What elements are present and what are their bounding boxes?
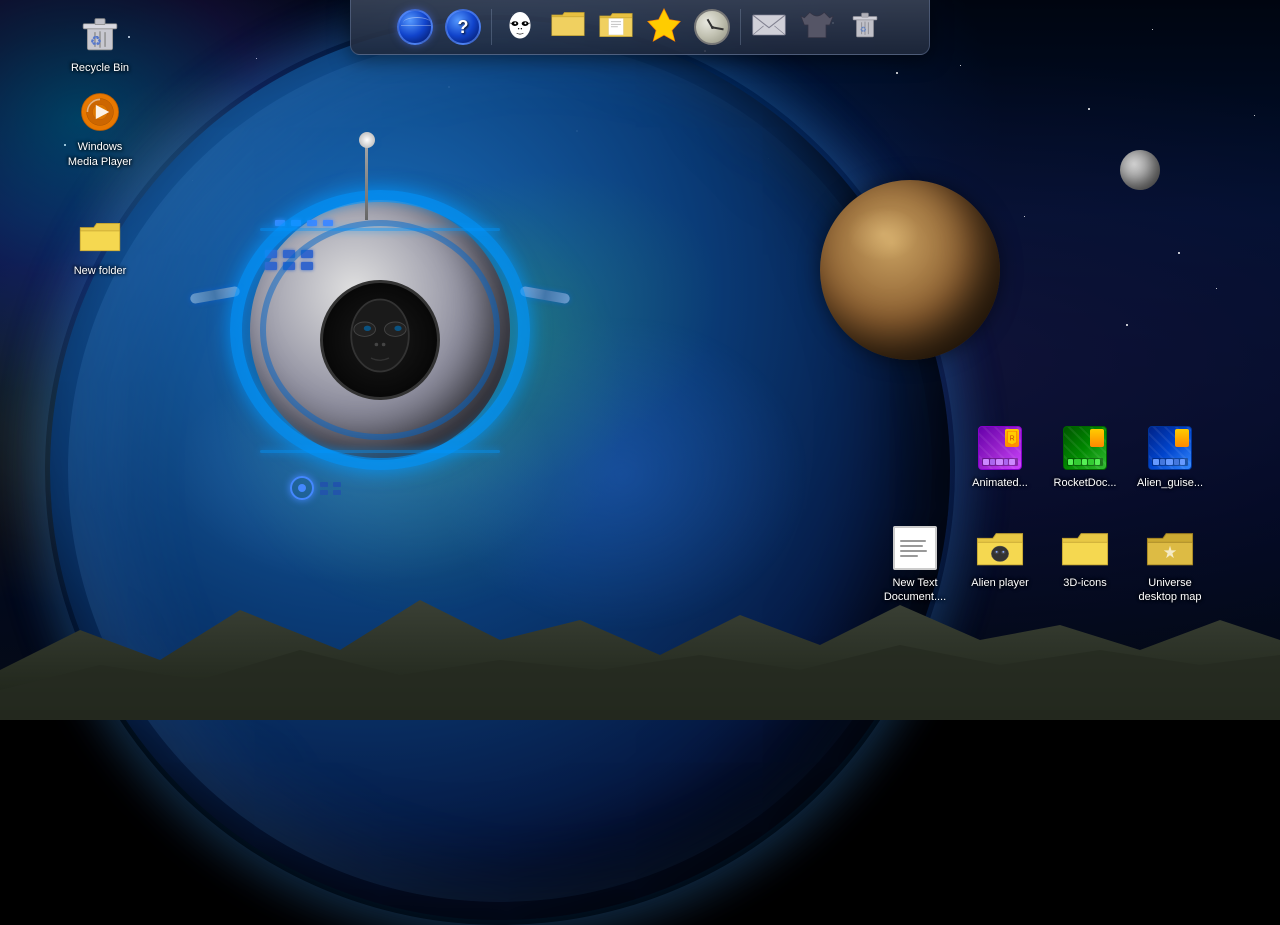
desktop-icon-new-folder[interactable]: New folder (60, 208, 140, 282)
textdoc-line2 (900, 545, 923, 547)
taskbar-clock-icon[interactable] (692, 7, 732, 47)
taskbar-trash-icon[interactable]: ♻ (845, 7, 885, 47)
star (1178, 252, 1180, 254)
taskbar: ? (350, 0, 930, 55)
desktop-icon-recycle-bin[interactable]: ♻ Recycle Bin (60, 5, 140, 79)
antenna-pole (365, 140, 368, 220)
disc-accent-line (260, 228, 500, 231)
animated-winrar-visual: R (978, 426, 1022, 470)
clock-visual (694, 9, 730, 45)
alien-player-label: Alien player (971, 576, 1028, 590)
alien-guise-icon (1146, 424, 1194, 472)
folder1-visual (550, 9, 586, 46)
taskbar-sep2 (740, 9, 741, 45)
rocketdoc-label: RocketDoc... (1054, 476, 1117, 490)
desktop-icon-text-doc[interactable]: New TextDocument.... (875, 520, 955, 609)
animated-icon: R (976, 424, 1024, 472)
spacecraft-body (220, 140, 540, 520)
desktop-icons-right-bottom: New TextDocument.... Alien player (875, 520, 1210, 609)
taskbar-folder2-icon[interactable] (596, 7, 636, 47)
winrar-bars2 (1067, 458, 1103, 466)
winrar-badge: R (1005, 429, 1019, 447)
spacecraft (220, 140, 540, 520)
universe-map-label: Universedesktop map (1139, 576, 1202, 605)
globe2-visual: ? (445, 9, 481, 45)
winrar-bars (982, 458, 1018, 466)
antenna-tip (359, 132, 375, 148)
bottom-controls (290, 476, 343, 500)
text-doc-icon (891, 524, 939, 572)
trash-visual: ♻ (848, 8, 882, 47)
3d-icons-icon (1061, 524, 1109, 572)
rocketdoc-winrar-visual (1063, 426, 1107, 470)
desktop-icons-right-top: R Animated... (960, 420, 1210, 494)
winrar-badge2 (1090, 429, 1104, 447)
taskbar-globe2-icon[interactable]: ? (443, 7, 483, 47)
taskbar-sep1 (491, 9, 492, 45)
textdoc-visual (893, 526, 937, 570)
winrar-bars3 (1152, 458, 1188, 466)
media-player-icon (76, 88, 124, 136)
clock-center (711, 26, 714, 29)
text-doc-label: New TextDocument.... (884, 576, 946, 605)
clock-min-hand (712, 26, 724, 30)
new-folder-label: New folder (74, 264, 127, 278)
rocky-planet-highlight (847, 207, 919, 261)
disc-accent-line2 (260, 450, 500, 453)
tshirt-visual (799, 10, 835, 45)
media-player-label: WindowsMedia Player (68, 140, 132, 169)
taskbar-mail-icon[interactable] (749, 7, 789, 47)
recycle-bin-label: Recycle Bin (71, 61, 129, 75)
taskbar-globe1-icon[interactable] (395, 7, 435, 47)
winrar-badge3 (1175, 429, 1189, 447)
3d-icons-label: 3D-icons (1063, 576, 1106, 590)
mountain-silhouette (0, 590, 1280, 720)
mail-visual (751, 11, 787, 44)
desktop-icon-universe-map[interactable]: Universedesktop map (1130, 520, 1210, 609)
taskbar-alien-icon[interactable] (500, 7, 540, 47)
svg-text:♻: ♻ (90, 34, 102, 49)
textdoc-line4 (900, 555, 918, 557)
star (1126, 324, 1128, 326)
alien-guise-winrar-visual (1148, 426, 1192, 470)
desktop-icon-3d-icons[interactable]: 3D-icons (1045, 520, 1125, 609)
globe2-question: ? (458, 18, 469, 36)
taskbar-folder1-icon[interactable] (548, 7, 588, 47)
star (1024, 216, 1025, 217)
desktop-icon-alien-guise[interactable]: Alien_guise... (1130, 420, 1210, 494)
globe1-visual (397, 9, 433, 45)
globe-equator (401, 25, 433, 26)
spacecraft-alien-face (320, 280, 440, 400)
folder2-visual (598, 10, 634, 45)
desktop-icon-media-player[interactable]: WindowsMedia Player (60, 84, 140, 173)
taskbar-tshirt-icon[interactable] (797, 7, 837, 47)
planet-moon (1120, 150, 1160, 190)
star (1254, 115, 1255, 116)
globe-line (403, 17, 431, 29)
alien-logo-visual (502, 9, 538, 45)
svg-text:R: R (1010, 435, 1015, 442)
universe-map-icon (1146, 524, 1194, 572)
star (1216, 288, 1217, 289)
star (896, 72, 898, 74)
desktop-icon-animated[interactable]: R Animated... (960, 420, 1040, 494)
star (960, 65, 961, 66)
alien-player-icon (976, 524, 1024, 572)
taskbar-star-icon[interactable] (644, 7, 684, 47)
svg-text:♻: ♻ (860, 24, 867, 33)
new-folder-icon (76, 212, 124, 260)
textdoc-line3 (900, 550, 927, 552)
rocketdoc-icon (1061, 424, 1109, 472)
alien-guise-label: Alien_guise... (1137, 476, 1203, 490)
planet-rocky (820, 180, 1000, 360)
star (1088, 108, 1090, 110)
animated-label: Animated... (972, 476, 1028, 490)
textdoc-line1 (900, 540, 926, 542)
desktop-icon-rocketdoc[interactable]: RocketDoc... (1045, 420, 1125, 494)
desktop-icon-alien-player[interactable]: Alien player (960, 520, 1040, 609)
desktop-icons-left: ♻ Recycle Bin WindowsMedia Player (60, 5, 140, 282)
recycle-bin-icon: ♻ (76, 9, 124, 57)
star (1152, 29, 1153, 30)
star-visual (646, 7, 682, 48)
